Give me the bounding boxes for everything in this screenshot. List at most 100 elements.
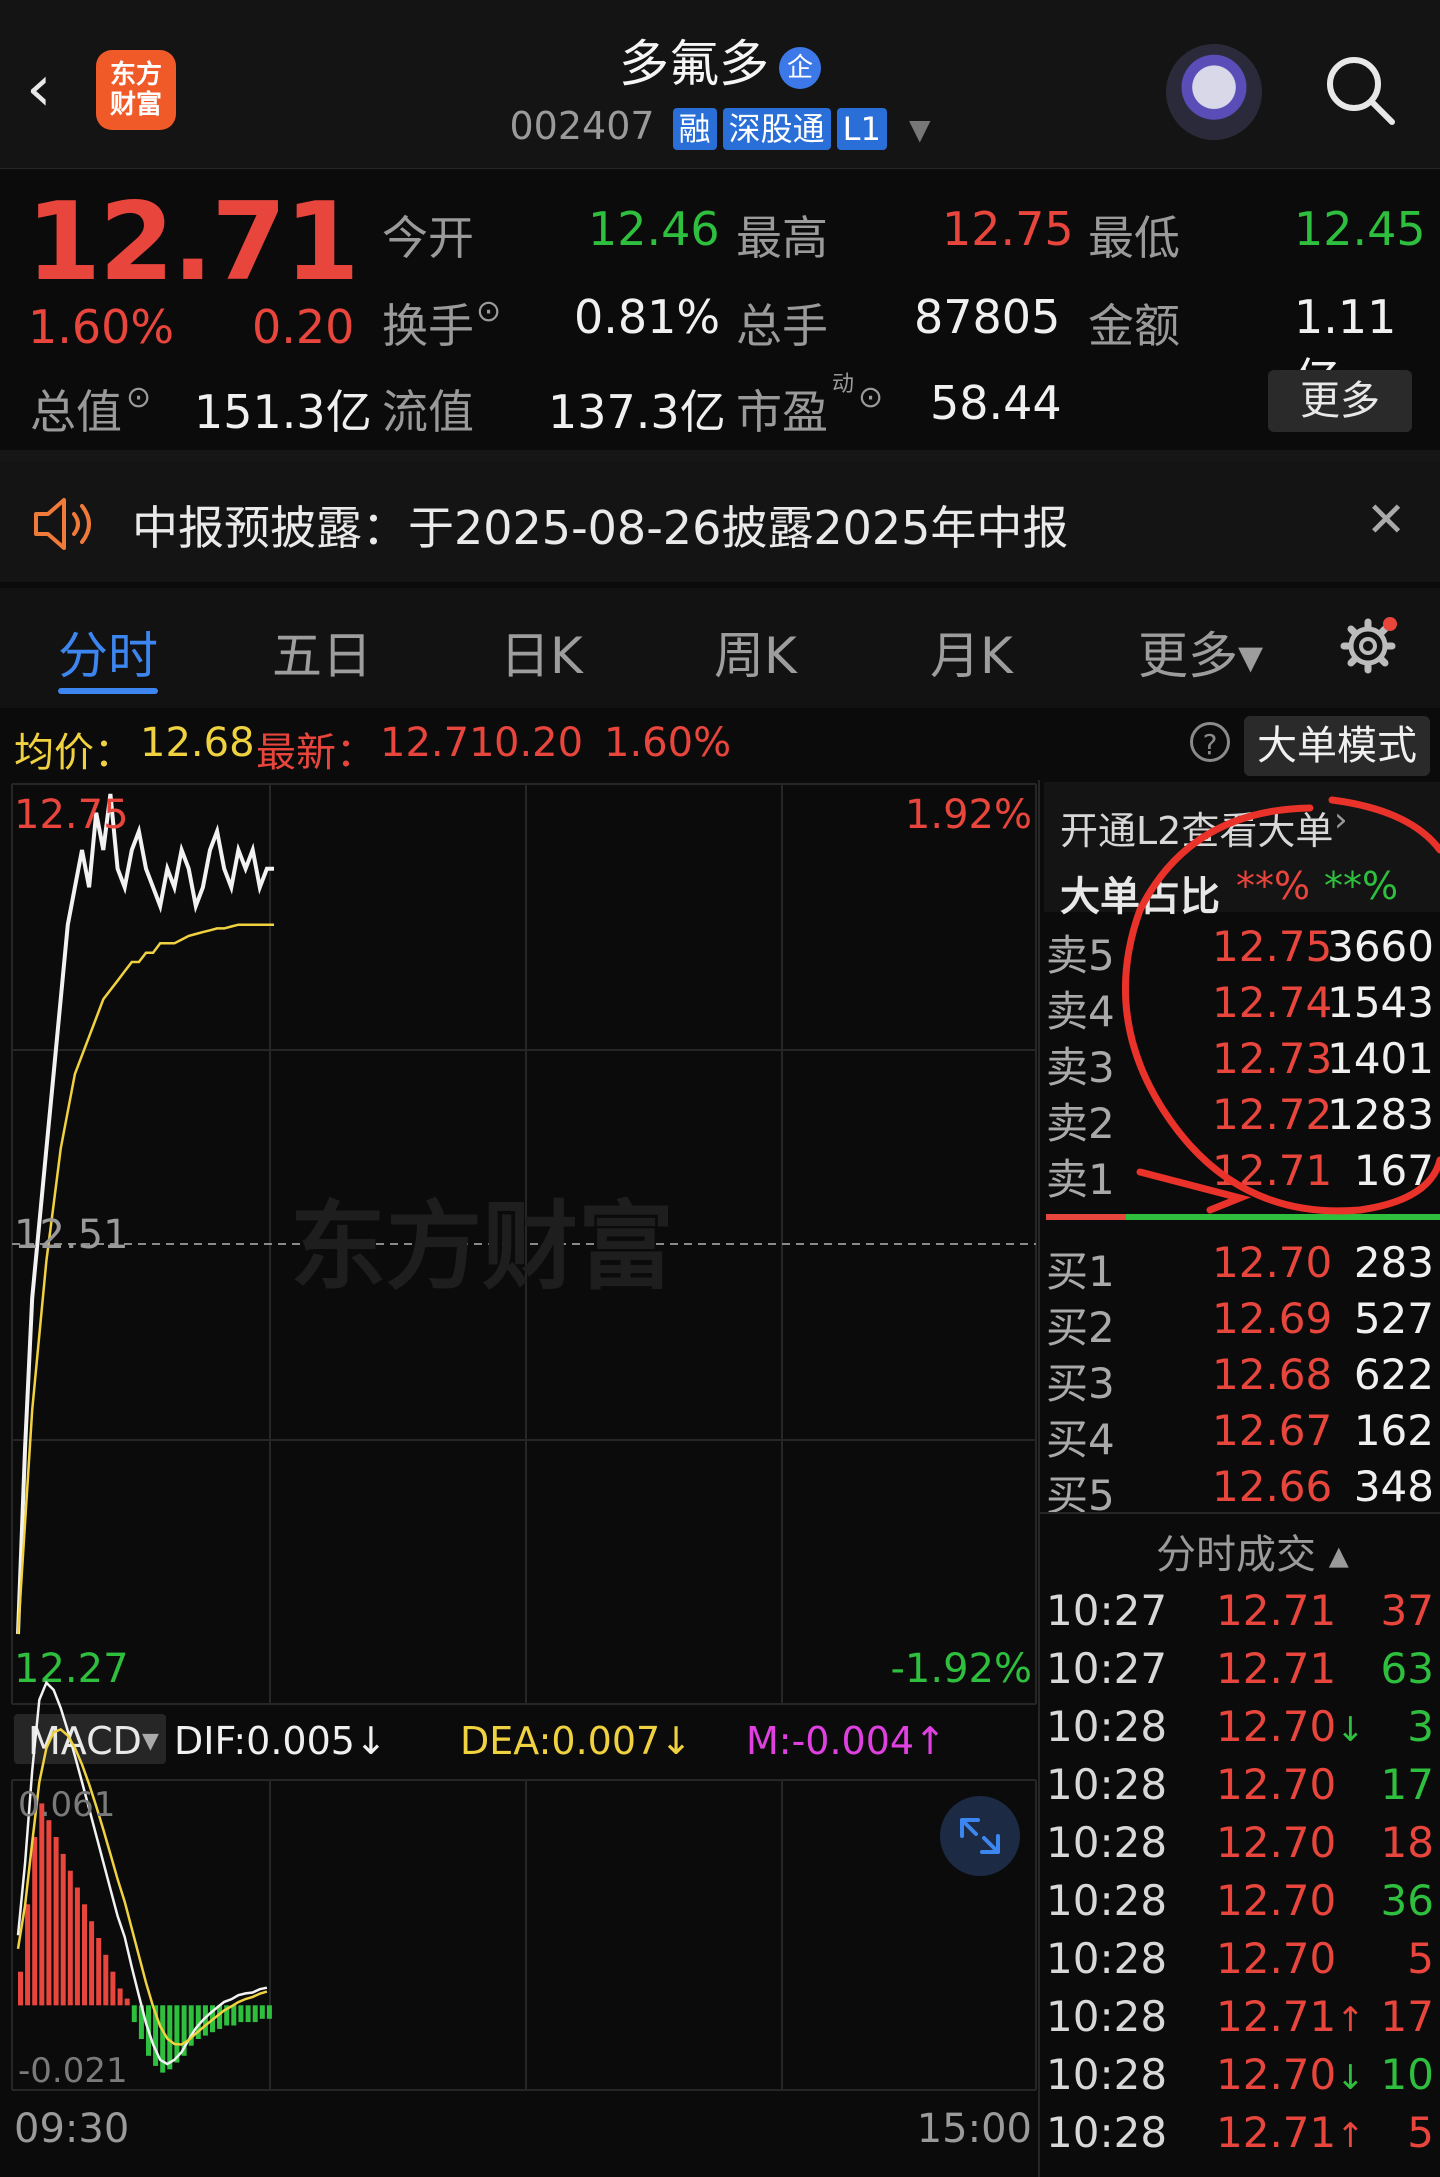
tab-daily-k[interactable]: 日K — [500, 616, 583, 688]
macd-bar — [96, 1938, 102, 2006]
info-circle-icon[interactable]: ⊙ — [476, 294, 501, 329]
trade-volume: 18 — [1380, 1818, 1434, 1867]
order-price[interactable]: 12.70 — [1212, 1238, 1332, 1287]
macd-bar — [131, 2005, 137, 2023]
change-amount: 0.20 — [252, 300, 355, 354]
trade-price: 12.70 — [1216, 1876, 1337, 1925]
macd-bar — [110, 1971, 116, 2006]
info-circle-icon[interactable]: ⊙ — [126, 380, 151, 415]
change-percent: 1.60% — [28, 300, 175, 354]
tab-weekly-k[interactable]: 周K — [714, 616, 797, 688]
trade-price: 12.71↑ — [1216, 2108, 1365, 2157]
trade-time: 10:28 — [1046, 1818, 1168, 1867]
divider — [1040, 1512, 1440, 1514]
y-axis-top-label: 12.75 — [14, 792, 129, 838]
stock-code: 002407 — [509, 104, 655, 148]
enterprise-badge-icon: 企 — [779, 46, 821, 89]
open-label: 今开 — [382, 211, 474, 265]
macd-bar — [245, 2005, 251, 2023]
order-volume: 527 — [1353, 1294, 1434, 1343]
tab-more[interactable]: 更多▾ — [1138, 616, 1263, 688]
expand-icon[interactable] — [940, 1796, 1020, 1876]
macd-bar — [82, 1904, 87, 2006]
low-value: 12.45 — [1294, 202, 1426, 256]
buy-level-label: 买4 — [1046, 1415, 1115, 1464]
gear-icon[interactable] — [1338, 616, 1398, 676]
latest-value: 12.71 — [380, 720, 495, 766]
close-icon[interactable]: ✕ — [1366, 492, 1406, 548]
big-order-mode-button[interactable]: 大单模式 — [1244, 716, 1430, 776]
macd-bar — [74, 1887, 80, 2006]
macd-bar — [67, 1870, 73, 2006]
more-quote-button[interactable]: 更多 — [1268, 370, 1412, 432]
volume-label: 总手 — [736, 299, 828, 353]
robot-assistant-icon[interactable] — [1166, 44, 1262, 140]
dropdown-triangle-icon: ▼ — [142, 1729, 159, 1754]
pe-value: 58.44 — [930, 376, 1062, 430]
macd-bar — [238, 2005, 244, 2023]
macd-bar — [103, 1954, 109, 2006]
amount-label: 金额 — [1088, 299, 1180, 353]
mktcap-label: 总值 — [30, 385, 122, 439]
pct-axis-top-label: 1.92% — [905, 792, 1032, 838]
high-value: 12.75 — [942, 202, 1074, 256]
macd-bar — [53, 1837, 59, 2006]
trade-volume: 63 — [1380, 1644, 1434, 1693]
help-icon[interactable]: ? — [1190, 722, 1230, 762]
intraday-chart[interactable]: 东方财富 12.75 12.51 12.27 1.92% -1.92% MACD… — [0, 780, 1040, 2177]
macd-bar — [252, 2005, 258, 2023]
panel-divider — [1038, 780, 1040, 2177]
macd-bar — [32, 1837, 38, 2006]
notice-bar[interactable]: 中报预披露：于2025-08-26披露2025年中报 ✕ — [0, 462, 1440, 582]
tab-five-day[interactable]: 五日 — [272, 616, 372, 688]
order-volume: 348 — [1353, 1462, 1434, 1511]
y-axis-bottom-label: 12.27 — [14, 1646, 129, 1692]
volume-value: 87805 — [914, 290, 1061, 344]
trade-time: 10:28 — [1046, 2108, 1168, 2157]
trade-volume: 3 — [1407, 1702, 1434, 1751]
tab-monthly-k[interactable]: 月K — [930, 616, 1013, 688]
search-icon[interactable] — [1322, 52, 1398, 128]
turnover-label: 换手 — [382, 299, 474, 353]
watermark: 东方财富 — [290, 1194, 674, 1301]
trade-time: 10:28 — [1046, 2050, 1168, 2099]
avg-label: 均价： — [14, 730, 134, 776]
turnover-value: 0.81% — [574, 290, 721, 344]
trade-time: 10:28 — [1046, 1702, 1168, 1751]
trade-time: 10:28 — [1046, 1934, 1168, 1983]
macd-bar — [167, 2005, 173, 2070]
order-volume: 283 — [1353, 1238, 1434, 1287]
order-price[interactable]: 12.66 — [1212, 1462, 1332, 1511]
latest-pct: 1.60% — [604, 720, 732, 766]
trade-time: 10:27 — [1046, 1644, 1168, 1693]
arrow-down-icon: ↓ — [1336, 2058, 1365, 2098]
float-value: 137.3亿 — [548, 385, 726, 439]
tick-trades-header[interactable]: 分时成交 ▴ — [1156, 1522, 1349, 1580]
latest-change: 0.20 — [494, 720, 584, 766]
macd-bar — [217, 2005, 223, 2029]
trade-volume: 17 — [1380, 1992, 1434, 2041]
trade-time: 10:28 — [1046, 1992, 1168, 2041]
x-axis-end-label: 15:00 — [917, 2106, 1032, 2152]
macd-bar — [266, 2005, 272, 2019]
arrow-up-icon: ↑ — [1336, 2000, 1365, 2040]
macd-bar — [46, 1820, 52, 2006]
macd-bar — [231, 2005, 237, 2026]
tab-intraday[interactable]: 分时 — [58, 616, 158, 688]
macd-top-label: 0.061 — [18, 1785, 115, 1825]
order-price[interactable]: 12.68 — [1212, 1350, 1332, 1399]
avg-value: 12.68 — [140, 720, 255, 766]
dif-label: DIF:0.005↓ — [174, 1719, 387, 1763]
dropdown-triangle-icon[interactable]: ▼ — [909, 113, 931, 146]
order-price[interactable]: 12.69 — [1212, 1294, 1332, 1343]
macd-bar — [25, 1904, 31, 2006]
buy-level-label: 买1 — [1046, 1247, 1115, 1296]
top-navbar: ‹ 东方 财富 多氟多企 002407 融深股通 L1 ▼ — [0, 0, 1440, 169]
trade-time: 10:27 — [1046, 1586, 1168, 1635]
trade-volume: 17 — [1380, 1760, 1434, 1809]
info-circle-icon[interactable]: ⊙ — [858, 380, 883, 415]
active-tab-indicator — [58, 688, 158, 694]
trade-price: 12.70 — [1216, 1818, 1337, 1867]
order-price[interactable]: 12.67 — [1212, 1406, 1332, 1455]
x-axis-start-label: 09:30 — [14, 2106, 129, 2152]
